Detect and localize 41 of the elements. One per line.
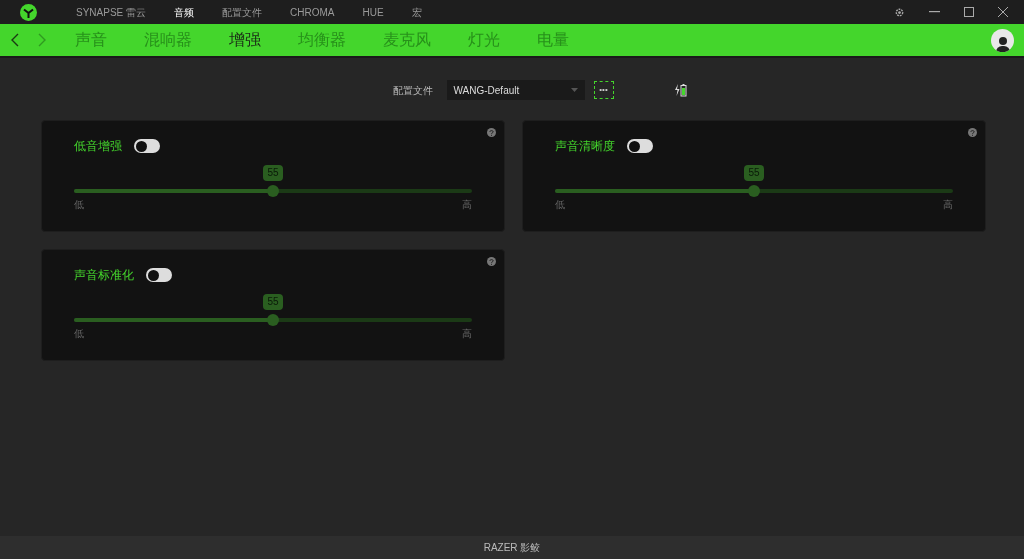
slider-thumb[interactable] xyxy=(267,314,279,326)
profile-label: 配置文件 xyxy=(392,83,433,98)
help-icon[interactable] xyxy=(487,128,496,137)
toggle-switch[interactable] xyxy=(134,139,160,153)
max-label: 高 xyxy=(943,198,953,212)
min-label: 低 xyxy=(74,327,84,341)
max-label: 高 xyxy=(462,198,472,212)
setting-title: 声音清晰度 xyxy=(555,138,615,155)
toggle-switch[interactable] xyxy=(146,268,172,282)
min-label: 低 xyxy=(74,198,84,212)
toggle-switch[interactable] xyxy=(627,139,653,153)
close-icon[interactable] xyxy=(998,7,1008,17)
device-name: RAZER 影鲛 xyxy=(483,541,541,555)
top-tab[interactable]: HUE xyxy=(362,4,384,20)
slider-thumb[interactable] xyxy=(267,185,279,197)
top-tab[interactable]: CHROMA xyxy=(290,4,335,20)
caret-icon xyxy=(570,88,578,92)
setting-title: 声音标准化 xyxy=(74,267,134,284)
help-icon[interactable] xyxy=(487,257,496,266)
slider-value: 55 xyxy=(263,294,283,310)
slider-thumb[interactable] xyxy=(748,185,760,197)
top-tab[interactable]: 音频 xyxy=(174,4,195,20)
battery-charging-icon xyxy=(674,83,687,97)
top-tab[interactable]: SYNAPSE 雷云 xyxy=(76,4,147,20)
sub-tab[interactable]: 增强 xyxy=(229,28,261,52)
help-icon[interactable] xyxy=(968,128,977,137)
top-tab[interactable]: 宏 xyxy=(411,4,422,20)
avatar-icon[interactable] xyxy=(991,28,1014,52)
more-button[interactable]: ••• xyxy=(593,81,614,99)
minimize-icon[interactable] xyxy=(929,11,940,13)
setting-title: 低音增强 xyxy=(74,138,122,155)
top-tab[interactable]: 配置文件 xyxy=(222,4,263,20)
maximize-icon[interactable] xyxy=(964,7,974,17)
max-label: 高 xyxy=(462,327,472,341)
min-label: 低 xyxy=(555,198,565,212)
logo-icon xyxy=(20,3,37,21)
back-icon[interactable] xyxy=(11,33,19,47)
settings-icon[interactable] xyxy=(894,6,905,18)
slider-value: 55 xyxy=(744,165,764,181)
profile-dropdown[interactable]: WANG-Default xyxy=(446,80,585,100)
slider-value: 55 xyxy=(263,165,283,181)
